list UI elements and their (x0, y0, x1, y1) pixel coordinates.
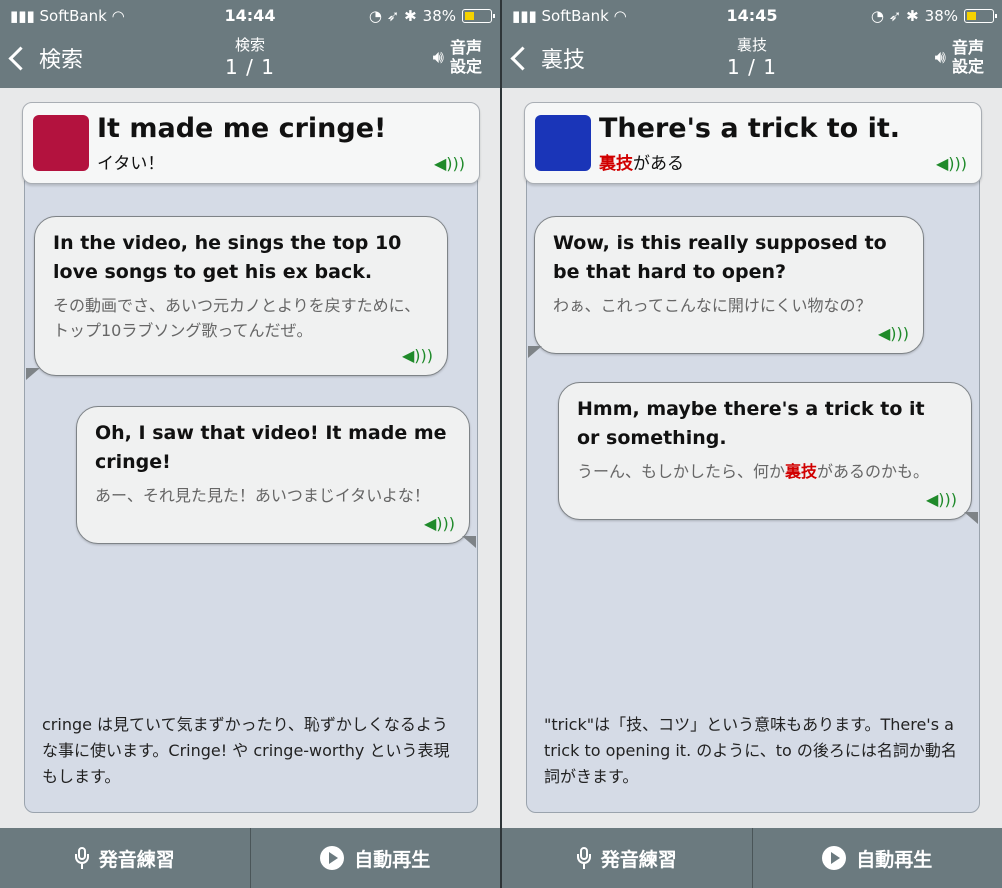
audio-settings-label: 音声 設定 (951, 38, 984, 76)
audio-settings-button[interactable]: 🔊︎ 音声 設定 (433, 38, 482, 76)
speaker-icon[interactable]: ◀))) (424, 514, 455, 533)
bubble-japanese: あー、それ見た見た！あいつまじイタいよな！ (95, 486, 430, 505)
bottom-toolbar: 発音練習 自動再生 (0, 828, 500, 888)
phrase-header: There's a trick to it. 裏技がある ◀))) (524, 102, 982, 184)
phrase-color-square (535, 115, 591, 171)
speaker-icon: 🔊︎ (934, 46, 946, 68)
explanation-note: cringe は見ていて気まずかったり、恥ずかしくなるような事に使います。Cri… (42, 715, 450, 786)
phrase-translation: イタい！ (97, 154, 165, 174)
practice-label: 発音練習 (98, 848, 175, 871)
screen-right: ▮▮▮ SoftBank ◠ 14:45 ◔ ➶ ✱ 38% 裏技 裏技 1 /… (502, 0, 1002, 888)
bubble-english: Wow, is this really supposed to be that … (553, 232, 887, 283)
bubble-japanese: うーん、もしかしたら、何か裏技があるのかも。 (577, 459, 953, 484)
speaker-icon: 🔊︎ (432, 46, 444, 68)
bubble-japanese: その動画でさ、あいつ元カノとよりを戻すために、トップ10ラブソング歌ってんだぜ。 (53, 296, 421, 340)
explanation-note: "trick"は「技、コツ」という意味もあります。There's a trick… (544, 715, 957, 786)
highlight-keyword: 裏技 (785, 462, 818, 481)
nav-title-text: 検索 (234, 36, 265, 54)
status-bar: ▮▮▮ SoftBank ◠ 14:44 ◔ ➶ ✱ 38% (0, 0, 500, 32)
translation-rest: がある (633, 154, 684, 174)
highlight-keyword: 裏技 (599, 154, 633, 174)
status-right: ◔ ➶ ✱ 38% (368, 7, 495, 25)
autoplay-label: 自動再生 (856, 848, 933, 871)
bubble-english: In the video, he sings the top 10 love s… (53, 232, 402, 283)
autoplay-button[interactable]: 自動再生 (249, 828, 501, 888)
autoplay-label: 自動再生 (354, 848, 431, 871)
phrase-color-square (33, 115, 89, 171)
dialog-bubble-2: Hmm, maybe there's a trick to it or some… (558, 382, 972, 520)
bubble-japanese: わぁ、これってこんなに開けにくい物なの？ (553, 296, 872, 315)
ja-text: があるのかも。 (817, 462, 930, 481)
phrase-title: It made me cringe! (97, 113, 387, 144)
bubble-tail (26, 368, 40, 380)
audio-settings-button[interactable]: 🔊︎ 音声 設定 (935, 38, 984, 76)
microphone-icon (576, 847, 591, 869)
page-counter: 1 / 1 (727, 55, 777, 79)
speaker-icon[interactable]: ◀))) (878, 324, 909, 343)
battery-percent: 38% (924, 7, 958, 25)
status-icons: ◔ ➶ ✱ (870, 7, 919, 25)
nav-bar: 裏技 裏技 1 / 1 🔊︎ 音声 設定 (502, 32, 1002, 88)
battery-percent: 38% (422, 7, 456, 25)
dialog-bubble-2: Oh, I saw that video! It made me cringe!… (76, 406, 470, 544)
battery-icon (462, 9, 495, 23)
ja-text: うーん、もしかしたら、何か (577, 462, 786, 481)
bubble-tail (964, 512, 978, 524)
nav-title: 検索 1 / 1 (0, 32, 500, 79)
bubble-tail (462, 536, 476, 548)
status-icons: ◔ ➶ ✱ (368, 7, 417, 25)
dialog-bubble-1: Wow, is this really supposed to be that … (534, 216, 924, 354)
status-bar: ▮▮▮ SoftBank ◠ 14:45 ◔ ➶ ✱ 38% (502, 0, 1002, 32)
pronunciation-practice-button[interactable]: 発音練習 (502, 828, 752, 888)
microphone-icon (74, 847, 89, 869)
page-counter: 1 / 1 (225, 55, 275, 79)
audio-settings-label: 音声 設定 (449, 38, 482, 76)
speaker-icon[interactable]: ◀))) (936, 154, 967, 173)
practice-label: 発音練習 (600, 848, 677, 871)
phrase-header: It made me cringe! イタい！ ◀))) (22, 102, 480, 184)
battery-icon (964, 9, 997, 23)
autoplay-button[interactable]: 自動再生 (751, 828, 1002, 888)
nav-title: 裏技 1 / 1 (502, 32, 1002, 79)
bubble-english: Oh, I saw that video! It made me cringe! (95, 422, 447, 473)
play-icon (320, 846, 345, 870)
pronunciation-practice-button[interactable]: 発音練習 (0, 828, 250, 888)
bottom-toolbar: 発音練習 自動再生 (502, 828, 1002, 888)
status-right: ◔ ➶ ✱ 38% (870, 7, 997, 25)
screen-left: ▮▮▮ SoftBank ◠ 14:44 ◔ ➶ ✱ 38% 検索 検索 1 /… (0, 0, 500, 888)
speaker-icon[interactable]: ◀))) (434, 154, 465, 173)
play-icon (822, 846, 847, 870)
dialog-bubble-1: In the video, he sings the top 10 love s… (34, 216, 448, 376)
nav-bar: 検索 検索 1 / 1 🔊︎ 音声 設定 (0, 32, 500, 88)
nav-title-text: 裏技 (736, 36, 767, 54)
bubble-english: Hmm, maybe there's a trick to it or some… (577, 398, 925, 449)
phrase-title: There's a trick to it. (599, 113, 901, 144)
phrase-translation: 裏技がある (599, 149, 684, 174)
bubble-tail (528, 346, 542, 358)
speaker-icon[interactable]: ◀))) (926, 490, 957, 509)
speaker-icon[interactable]: ◀))) (402, 346, 433, 365)
